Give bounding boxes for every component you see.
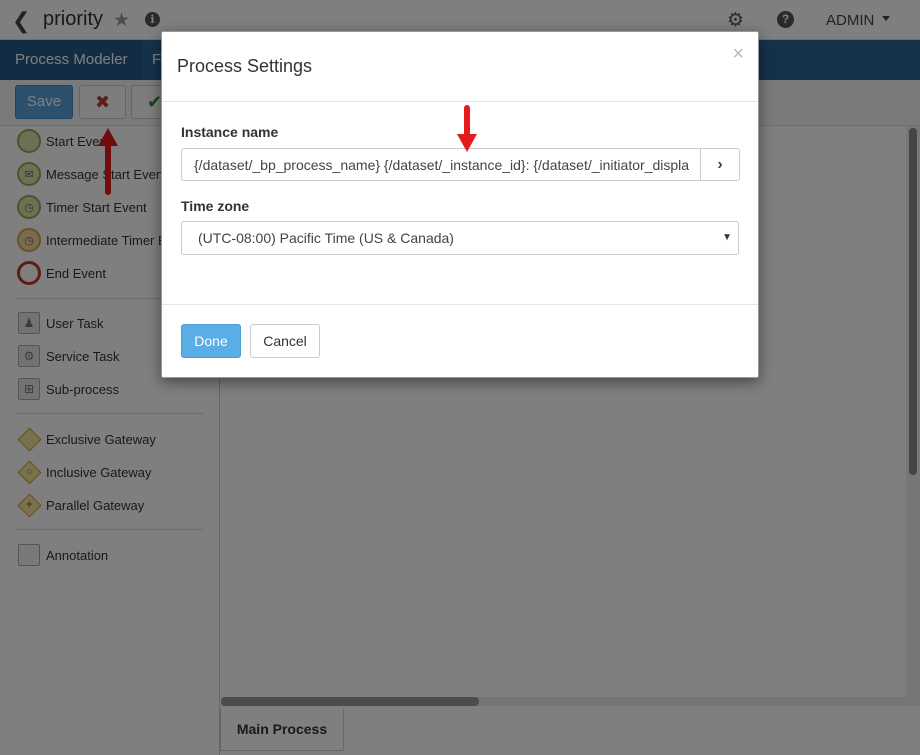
cancel-button[interactable]: Cancel xyxy=(250,324,320,358)
annotation-arrow-down xyxy=(457,105,477,152)
instance-name-input[interactable] xyxy=(181,148,701,181)
close-icon[interactable]: × xyxy=(732,44,744,64)
time-zone-selected-value: (UTC-08:00) Pacific Time (US & Canada) xyxy=(198,230,454,246)
dialog-header-divider xyxy=(162,101,758,102)
dropdown-arrow-icon: ▼ xyxy=(722,232,732,243)
dialog-footer-divider xyxy=(162,304,758,305)
instance-name-label: Instance name xyxy=(181,124,279,140)
time-zone-select[interactable]: (UTC-08:00) Pacific Time (US & Canada) ▼ xyxy=(181,221,739,255)
instance-name-expand-button[interactable]: › xyxy=(700,148,740,181)
dialog-title: Process Settings xyxy=(177,56,313,76)
done-button[interactable]: Done xyxy=(181,324,241,358)
process-settings-dialog: Process Settings × Instance name › Time … xyxy=(161,31,759,378)
time-zone-label: Time zone xyxy=(181,198,250,214)
chevron-right-icon: › xyxy=(717,156,723,173)
